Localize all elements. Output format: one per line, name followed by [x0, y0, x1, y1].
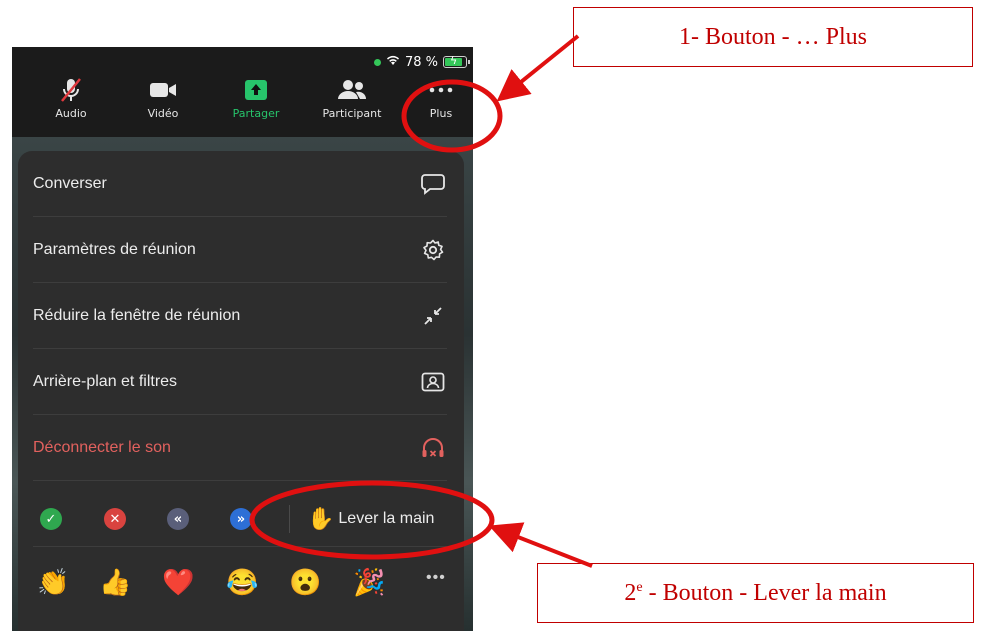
battery-icon: ϟ	[443, 54, 470, 68]
background-portrait-icon	[419, 368, 447, 396]
participants-button[interactable]: Participant	[307, 75, 397, 135]
battery-percent: 78 %	[404, 54, 438, 70]
audio-label: Audio	[55, 107, 87, 120]
callout-text: 2e - Bouton - Lever la main	[624, 579, 887, 606]
quick-reactions-row: ✓ ✕ « » ✋ Lever la main	[33, 491, 447, 547]
callout-raise-hand: 2e - Bouton - Lever la main	[537, 563, 974, 623]
no-cross-icon[interactable]: ✕	[104, 508, 126, 530]
thumbs-up-icon[interactable]: 👍	[99, 567, 131, 597]
minimize-arrows-icon	[419, 302, 447, 330]
menu-item-label: Réduire la fenêtre de réunion	[33, 306, 241, 324]
raise-hand-button[interactable]: ✋ Lever la main	[307, 505, 434, 533]
video-label: Vidéo	[147, 107, 179, 120]
camera-in-use-dot	[373, 58, 381, 66]
zoom-phone-screen: 78 % ϟ Audio Vidéo Partager Participant …	[12, 47, 473, 631]
gear-icon	[419, 236, 447, 264]
heart-icon[interactable]: ❤️	[162, 567, 194, 597]
menu-item-disconnect-audio[interactable]: Déconnecter le son	[33, 415, 447, 481]
go-slower-icon[interactable]: «	[167, 508, 189, 530]
chat-bubble-icon	[419, 170, 447, 198]
raise-hand-label: Lever la main	[338, 510, 435, 527]
menu-item-meeting-settings[interactable]: Paramètres de réunion	[33, 217, 447, 283]
headphones-off-icon	[419, 434, 447, 462]
more-dots-icon	[428, 75, 454, 105]
yes-check-icon[interactable]: ✓	[40, 508, 62, 530]
menu-item-label: Déconnecter le son	[33, 438, 171, 456]
menu-item-label: Paramètres de réunion	[33, 240, 196, 258]
tears-of-joy-icon[interactable]: 😂	[226, 567, 258, 597]
callout-text: 1- Bouton - … Plus	[678, 23, 867, 50]
go-faster-icon[interactable]: »	[230, 508, 252, 530]
menu-item-label: Converser	[33, 174, 107, 192]
callout-more-button: 1- Bouton - … Plus	[573, 7, 973, 67]
status-bar: 78 % ϟ	[373, 53, 470, 71]
video-camera-icon	[149, 75, 177, 105]
audio-button[interactable]: Audio	[26, 75, 116, 135]
menu-item-chat[interactable]: Converser	[33, 151, 447, 217]
muted-mic-icon	[59, 75, 83, 105]
raised-hand-icon: ✋	[307, 506, 335, 531]
divider	[289, 505, 290, 533]
share-button[interactable]: Partager	[211, 75, 301, 135]
people-icon	[337, 75, 367, 105]
party-popper-icon[interactable]: 🎉	[353, 567, 385, 597]
arrow-to-raise-hand	[488, 522, 593, 568]
more-label: Plus	[429, 107, 453, 120]
more-emoji-button[interactable]: •••	[426, 569, 446, 587]
video-button[interactable]: Vidéo	[118, 75, 208, 135]
meeting-toolbar: Audio Vidéo Partager Participant Plus	[12, 75, 473, 135]
menu-item-label: Arrière-plan et filtres	[33, 372, 178, 390]
more-menu: Converser Paramètres de réunion Réduire …	[18, 151, 464, 631]
participants-label: Participant	[322, 107, 382, 120]
surprised-face-icon[interactable]: 😮	[289, 567, 321, 597]
share-label: Partager	[232, 107, 280, 120]
menu-item-minimize-window[interactable]: Réduire la fenêtre de réunion	[33, 283, 447, 349]
share-arrow-icon	[244, 75, 268, 105]
wifi-icon	[386, 55, 400, 69]
clapping-hands-icon[interactable]: 👏	[37, 567, 69, 597]
arrow-to-more	[496, 34, 580, 102]
emoji-reactions-row: 👏 👍 ❤️ 😂 😮 🎉 •••	[33, 555, 447, 615]
menu-item-background-filters[interactable]: Arrière-plan et filtres	[33, 349, 447, 415]
more-button[interactable]: Plus	[396, 75, 473, 135]
